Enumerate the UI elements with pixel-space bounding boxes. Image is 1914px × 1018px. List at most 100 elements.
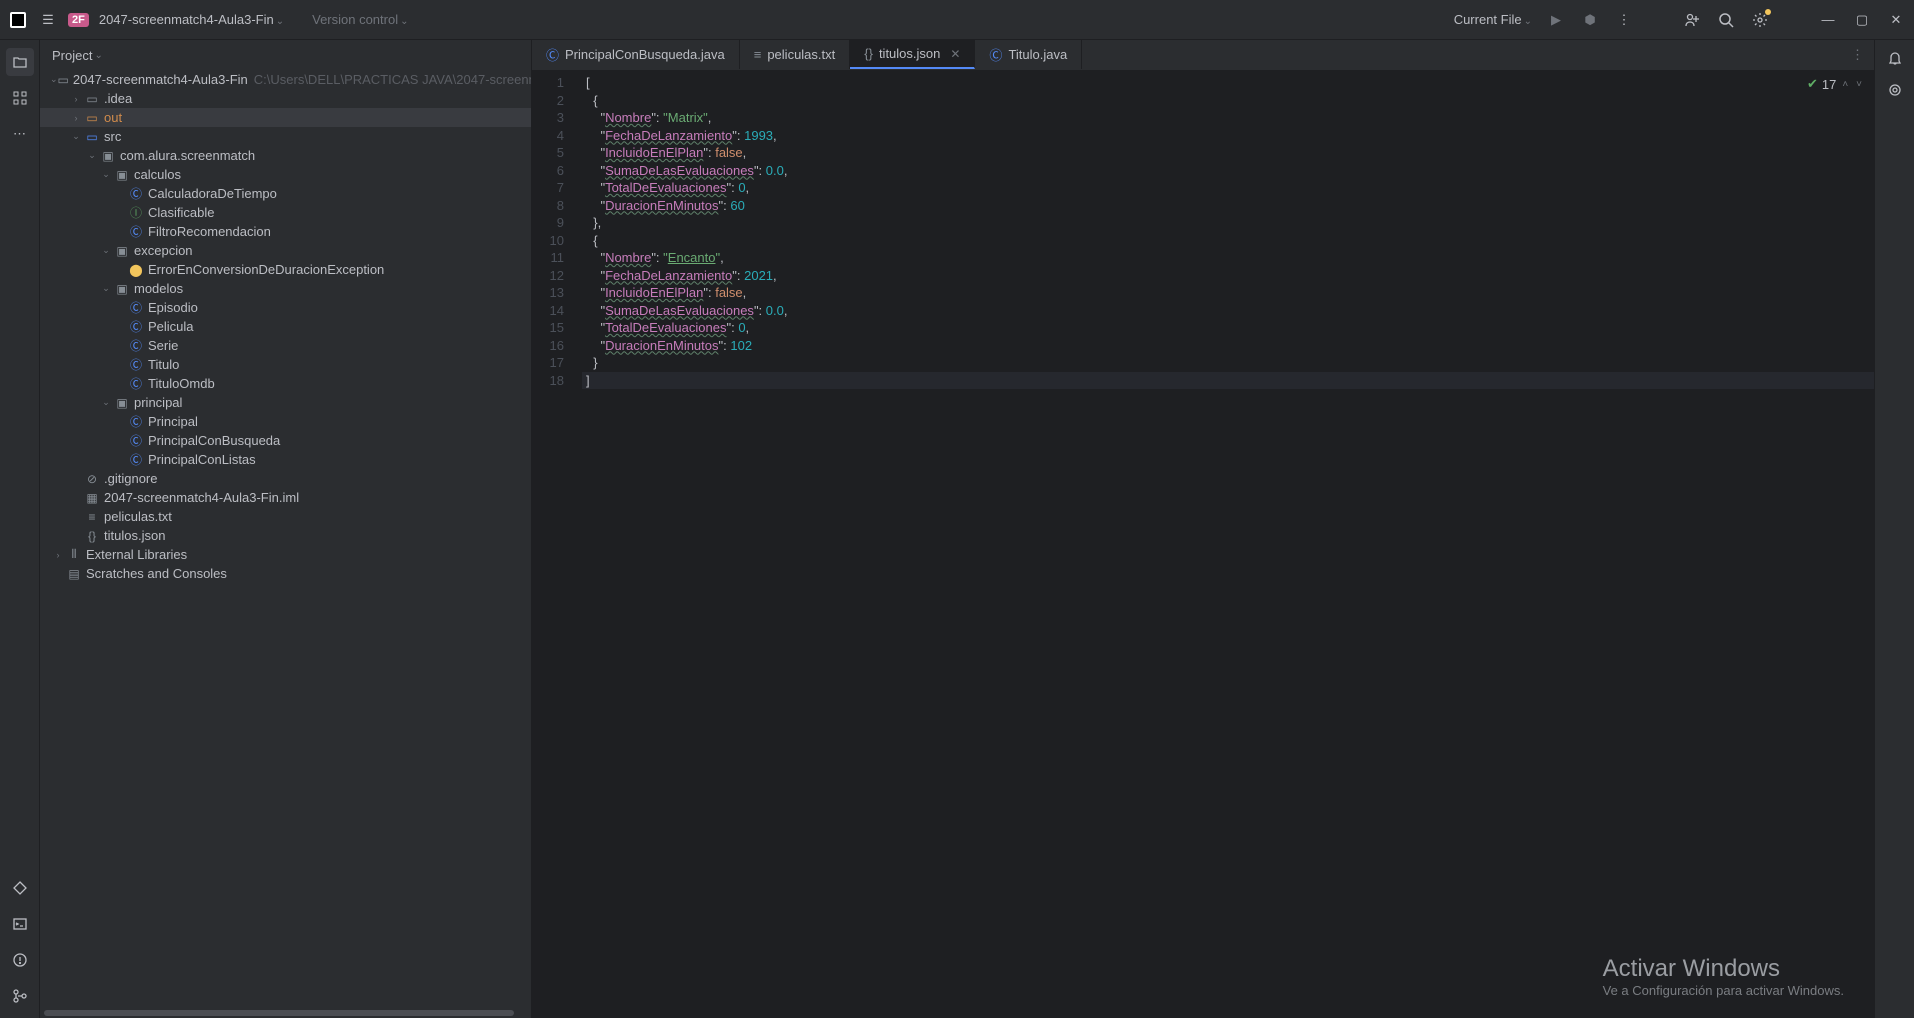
tree-folder-src[interactable]: ⌄▭src xyxy=(40,127,531,146)
tree-class[interactable]: ⒸCalculadoraDeTiempo xyxy=(40,184,531,203)
tree-label: Titulo xyxy=(148,357,179,372)
code-line: "SumaDeLasEvaluaciones": 0.0, xyxy=(582,302,1874,320)
more-tool-icon[interactable]: ⋯ xyxy=(6,120,34,148)
tree-class[interactable]: Ⓒ Pelicula xyxy=(40,317,531,336)
problems-icon[interactable] xyxy=(6,946,34,974)
project-tool-icon[interactable] xyxy=(6,48,34,76)
run-config[interactable]: Current File⌄ xyxy=(1454,12,1532,27)
project-tree: ⌄▭2047-screenmatch4-Aula3-FinC:\Users\DE… xyxy=(40,70,531,1008)
expand-icon[interactable]: › xyxy=(68,113,84,123)
tab-principal-con-busqueda[interactable]: ⒸPrincipalConBusqueda.java xyxy=(532,40,740,69)
tree-scratches[interactable]: ▤ Scratches and Consoles xyxy=(40,564,531,583)
debug-icon[interactable]: ⬢ xyxy=(1580,10,1600,30)
tab-titulos[interactable]: {}titulos.json✕ xyxy=(850,40,975,69)
expand-icon[interactable]: ⌄ xyxy=(84,150,100,161)
expand-icon[interactable]: › xyxy=(68,94,84,104)
tree-root[interactable]: ⌄▭2047-screenmatch4-Aula3-FinC:\Users\DE… xyxy=(40,70,531,89)
tree-file-iml[interactable]: ▦2047-screenmatch4-Aula3-Fin.iml xyxy=(40,488,531,507)
class-icon: Ⓒ xyxy=(128,186,144,202)
line-number: 7 xyxy=(532,179,582,197)
scrollbar-thumb[interactable] xyxy=(44,1010,514,1016)
code-content[interactable]: [ { "Nombre": "Matrix", "FechaDeLanzamie… xyxy=(582,70,1874,1018)
structure-tool-icon[interactable] xyxy=(6,84,34,112)
expand-icon[interactable]: ⌄ xyxy=(98,397,114,408)
tree-class[interactable]: ⒸSerie xyxy=(40,336,531,355)
tree-package-excepcion[interactable]: ⌄▣excepcion xyxy=(40,241,531,260)
terminal-icon[interactable] xyxy=(6,910,34,938)
editor-body[interactable]: ✔17 ˄˅ 123456789101112131415161718 [ { "… xyxy=(532,70,1874,1018)
watermark-title: Activar Windows xyxy=(1603,955,1844,983)
code-line: "IncluidoEnElPlan": false, xyxy=(582,284,1874,302)
settings-icon[interactable] xyxy=(1750,10,1770,30)
tree-label: .idea xyxy=(104,91,132,106)
tree-class[interactable]: ⒸPrincipalConBusqueda xyxy=(40,431,531,450)
tree-label: src xyxy=(104,129,121,144)
line-number: 6 xyxy=(532,162,582,180)
chevron-down-icon: ⌄ xyxy=(94,50,102,61)
tree-class[interactable]: ⒸPrincipal xyxy=(40,412,531,431)
expand-icon[interactable]: ⌄ xyxy=(98,245,114,256)
close-tab-icon[interactable]: ✕ xyxy=(950,47,960,61)
vcs-icon[interactable] xyxy=(6,982,34,1010)
tree-label: PrincipalConBusqueda xyxy=(148,433,280,448)
close-icon[interactable]: ✕ xyxy=(1886,10,1906,30)
tree-file-gitignore[interactable]: ⊘.gitignore xyxy=(40,469,531,488)
expand-icon[interactable]: › xyxy=(50,550,66,560)
horizontal-scrollbar[interactable] xyxy=(40,1008,531,1018)
tree-class[interactable]: ⬤ErrorEnConversionDeDuracionException xyxy=(40,260,531,279)
sidebar-header[interactable]: Project⌄ xyxy=(40,40,531,70)
titlebar-left: ☰ 2F 2047-screenmatch4-Aula3-Fin⌄ Versio… xyxy=(8,10,409,30)
code-line: "SumaDeLasEvaluaciones": 0.0, xyxy=(582,162,1874,180)
run-icon[interactable]: ▶ xyxy=(1546,10,1566,30)
tree-class[interactable]: ⒸFiltroRecomendacion xyxy=(40,222,531,241)
tree-class[interactable]: ⒸTituloOmdb xyxy=(40,374,531,393)
line-number: 17 xyxy=(532,354,582,372)
expand-icon[interactable]: ⌄ xyxy=(98,169,114,180)
maximize-icon[interactable]: ▢ xyxy=(1852,10,1872,30)
tree-class[interactable]: ⒸTitulo xyxy=(40,355,531,374)
tree-package[interactable]: ⌄▣com.alura.screenmatch xyxy=(40,146,531,165)
tree-file-txt[interactable]: ≡peliculas.txt xyxy=(40,507,531,526)
more-icon[interactable]: ⋮ xyxy=(1614,10,1634,30)
code-line: "TotalDeEvaluaciones": 0, xyxy=(582,179,1874,197)
package-icon: ▣ xyxy=(114,281,130,297)
project-sidebar: Project⌄ ⌄▭2047-screenmatch4-Aula3-FinC:… xyxy=(40,40,532,1018)
inspection-widget[interactable]: ✔17 ˄˅ xyxy=(1807,76,1864,92)
tree-package-principal[interactable]: ⌄▣principal xyxy=(40,393,531,412)
tree-folder-out[interactable]: ›▭out xyxy=(40,108,531,127)
tree-file-json[interactable]: {}titulos.json xyxy=(40,526,531,545)
tree-label: principal xyxy=(134,395,182,410)
tree-label: Pelicula xyxy=(148,319,194,334)
tree-label: Scratches and Consoles xyxy=(86,566,227,581)
tree-class[interactable]: ⒸEpisodio xyxy=(40,298,531,317)
tree-external-libraries[interactable]: ›⫴External Libraries xyxy=(40,545,531,564)
ai-assistant-icon[interactable] xyxy=(1885,80,1905,100)
version-control[interactable]: Version control⌄ xyxy=(312,12,408,27)
next-highlight-icon[interactable]: ˅ xyxy=(1854,79,1864,90)
sidebar-title: Project xyxy=(52,48,92,63)
tree-folder-idea[interactable]: ›▭.idea xyxy=(40,89,531,108)
services-icon[interactable] xyxy=(6,874,34,902)
search-icon[interactable] xyxy=(1716,10,1736,30)
minimize-icon[interactable]: — xyxy=(1818,10,1838,30)
expand-icon[interactable]: ⌄ xyxy=(50,74,58,85)
tree-package-calculos[interactable]: ⌄▣calculos xyxy=(40,165,531,184)
tab-actions[interactable]: ⋮ xyxy=(1841,40,1874,69)
tree-class[interactable]: ⒸPrincipalConListas xyxy=(40,450,531,469)
tree-package-modelos[interactable]: ⌄▣modelos xyxy=(40,279,531,298)
main-menu-icon[interactable]: ☰ xyxy=(38,10,58,30)
prev-highlight-icon[interactable]: ˄ xyxy=(1840,79,1850,90)
expand-icon[interactable]: ⌄ xyxy=(68,131,84,142)
notifications-icon[interactable] xyxy=(1885,48,1905,68)
tab-label: titulos.json xyxy=(879,46,940,61)
tab-titulo[interactable]: ⒸTitulo.java xyxy=(975,40,1082,69)
scratch-icon: ▤ xyxy=(66,566,82,582)
project-selector[interactable]: 2047-screenmatch4-Aula3-Fin⌄ xyxy=(99,12,284,27)
collab-icon[interactable] xyxy=(1682,10,1702,30)
class-icon: Ⓒ xyxy=(128,319,144,335)
expand-icon[interactable]: ⌄ xyxy=(98,283,114,294)
tab-peliculas[interactable]: ≡peliculas.txt xyxy=(740,40,851,69)
tree-interface[interactable]: ⒾClasificable xyxy=(40,203,531,222)
tree-label: TituloOmdb xyxy=(148,376,215,391)
app-icon[interactable] xyxy=(8,10,28,30)
